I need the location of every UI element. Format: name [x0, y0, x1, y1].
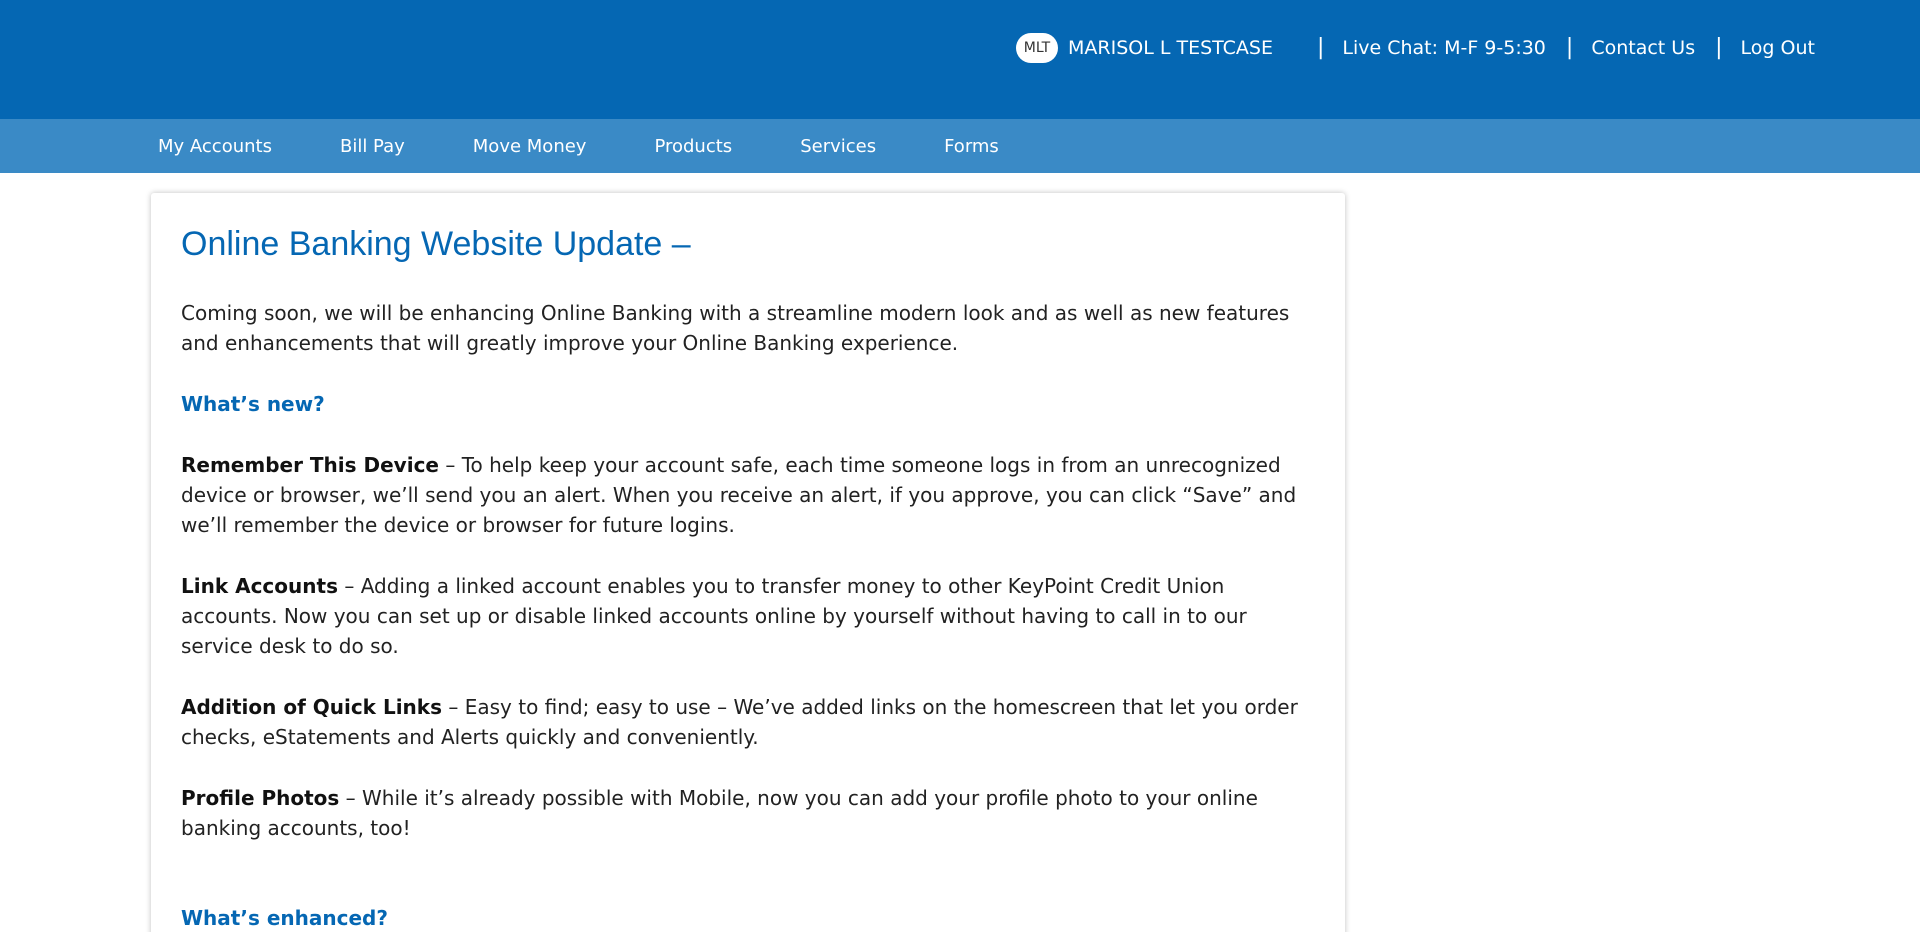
feature-name: Remember This Device — [181, 453, 439, 477]
nav-my-accounts[interactable]: My Accounts — [158, 136, 272, 157]
separator: | — [1715, 35, 1723, 60]
whats-new-heading: What’s new? — [181, 392, 325, 416]
nav-bill-pay[interactable]: Bill Pay — [340, 136, 405, 157]
whats-enhanced-heading: What’s enhanced? — [181, 906, 388, 930]
top-header-bar: MLT MARISOL L TESTCASE | Live Chat: M-F … — [0, 0, 1920, 119]
intro-paragraph: Coming soon, we will be enhancing Online… — [181, 301, 1290, 355]
feature-quick-links: Addition of Quick Links – Easy to find; … — [181, 692, 1321, 752]
feature-text: – While it’s already possible with Mobil… — [181, 786, 1258, 840]
contact-us-link[interactable]: Contact Us — [1591, 37, 1695, 59]
feature-link-accounts: Link Accounts – Adding a linked account … — [181, 571, 1321, 661]
user-name[interactable]: MARISOL L TESTCASE — [1068, 37, 1273, 59]
nav-products[interactable]: Products — [654, 136, 732, 157]
separator: | — [1565, 35, 1574, 60]
page-title: Online Banking Website Update – — [181, 225, 691, 263]
separator: | — [1316, 35, 1325, 60]
nav-forms[interactable]: Forms — [944, 136, 999, 157]
user-area: MLT MARISOL L TESTCASE | Live Chat: M-F … — [1016, 32, 1835, 64]
announcement-card: Online Banking Website Update – Coming s… — [151, 193, 1345, 932]
feature-name: Link Accounts — [181, 574, 338, 598]
avatar[interactable]: MLT — [1016, 33, 1058, 63]
nav-services[interactable]: Services — [800, 136, 876, 157]
nav-move-money[interactable]: Move Money — [473, 136, 587, 157]
feature-profile-photos: Profile Photos – While it’s already poss… — [181, 783, 1321, 843]
log-out-link[interactable]: Log Out — [1741, 37, 1815, 59]
live-chat-link[interactable]: Live Chat: M-F 9-5:30 — [1342, 37, 1546, 59]
feature-name: Profile Photos — [181, 786, 340, 810]
main-nav: My Accounts Bill Pay Move Money Products… — [0, 119, 1920, 173]
feature-name: Addition of Quick Links — [181, 695, 442, 719]
feature-text: – Adding a linked account enables you to… — [181, 574, 1247, 658]
feature-remember-device: Remember This Device – To help keep your… — [181, 450, 1321, 540]
